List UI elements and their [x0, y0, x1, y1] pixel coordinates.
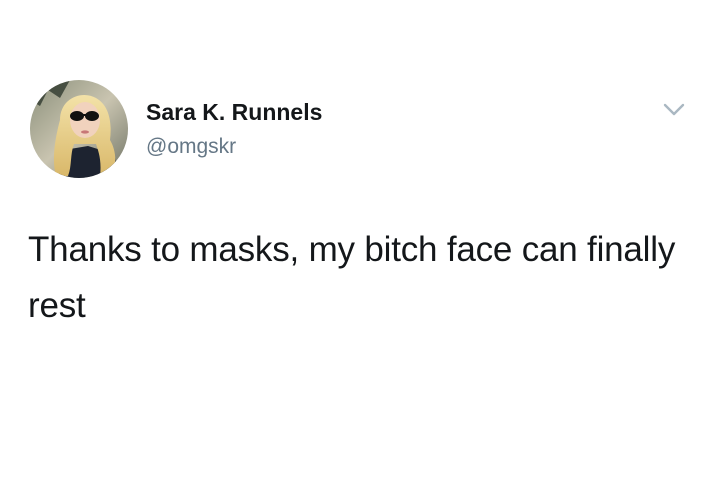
- tweet-text: Thanks to masks, my bitch face can final…: [28, 230, 676, 325]
- chevron-down-icon[interactable]: [660, 98, 688, 122]
- display-name[interactable]: Sara K. Runnels: [146, 98, 322, 126]
- tweet-card: Sara K. Runnels @omgskr Thanks to masks,…: [0, 0, 720, 500]
- user-handle[interactable]: @omgskr: [146, 134, 236, 160]
- avatar[interactable]: [30, 80, 128, 178]
- avatar-image: [30, 80, 128, 178]
